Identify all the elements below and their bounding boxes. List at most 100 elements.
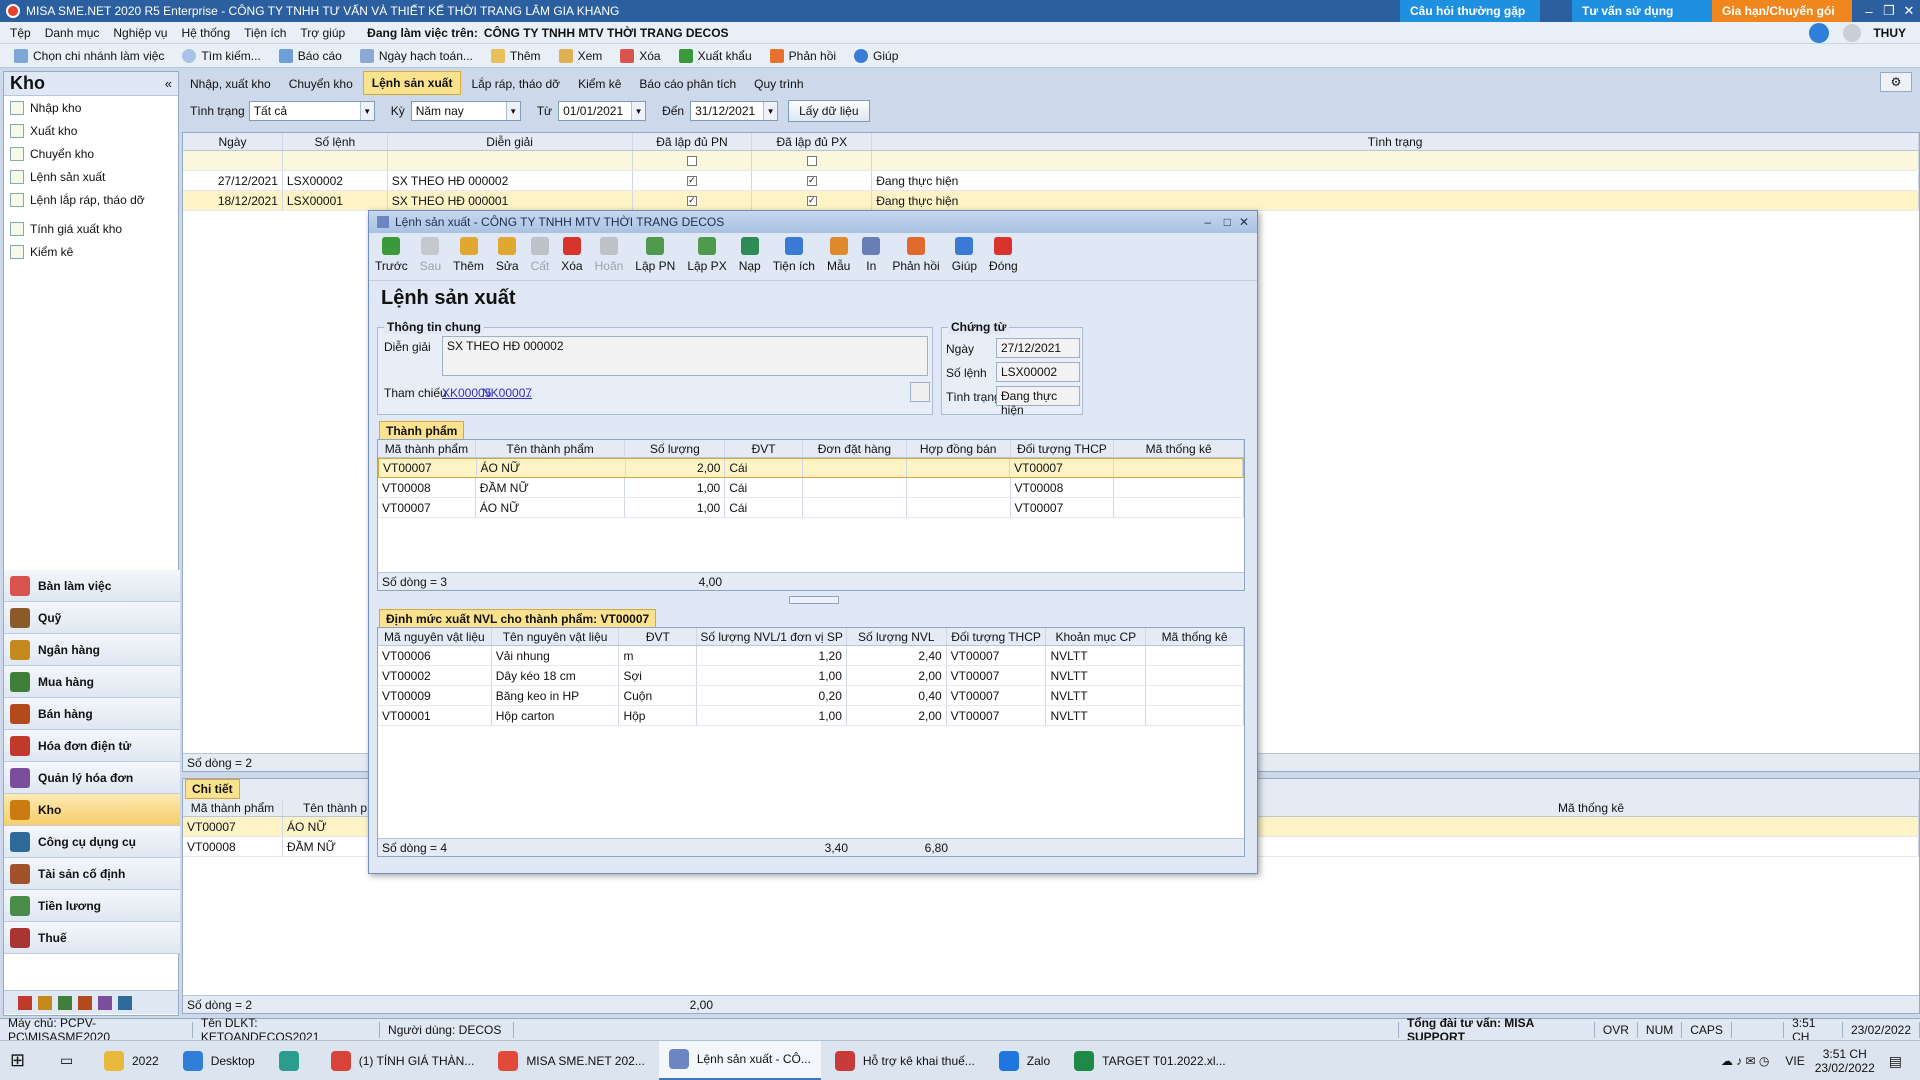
taskbar-app-4[interactable]: MISA SME.NET 202... [488,1041,655,1080]
clock[interactable]: 3:51 CH 23/02/2022 [1815,1047,1875,1075]
close-icon[interactable]: ✕ [1239,215,1249,229]
module-1[interactable]: Quỹ [4,602,180,634]
to-date-input[interactable]: 31/12/2021 ▼ [690,101,779,121]
menu-utility[interactable]: Tiện ích [244,26,286,40]
dialog-tool-7[interactable]: Lập PN [635,237,675,273]
filter-checkbox[interactable] [806,155,817,166]
detail-label[interactable]: Chi tiết [185,779,240,799]
tab-lap-rap[interactable]: Lắp ráp, tháo dỡ [463,73,568,95]
delete-button[interactable]: Xóa [620,48,661,63]
sidebar-item-lenh-lap-rap[interactable]: Lệnh lắp ráp, tháo dỡ [4,188,178,211]
table-row[interactable]: VT00008 ĐẦM NỮ 1,00 Cái VT00008 [378,478,1244,498]
col-desc[interactable]: Diễn giải [388,133,633,150]
sidebar-item-nhap-kho[interactable]: Nhập kho [4,96,178,119]
dialog-tool-9[interactable]: Nạp [739,237,761,273]
taskbar-app-1[interactable]: Desktop [173,1041,265,1080]
dialog-tool-14[interactable]: Giúp [952,237,977,273]
dialog-tool-13[interactable]: Phản hồi [892,237,940,273]
dialog-tool-12[interactable]: In [862,237,881,273]
settings-gear-icon[interactable]: ⚙ [1880,72,1912,92]
faq-button[interactable]: Câu hỏi thường gặp [1400,0,1540,22]
tab-nhap-xuat-kho[interactable]: Nhập, xuất kho [182,73,279,95]
menu-system[interactable]: Hệ thống [181,26,230,40]
search-button[interactable]: Tìm kiếm... [182,48,261,63]
col-px[interactable]: Đã lập đủ PX [752,133,873,150]
module-5[interactable]: Hóa đơn điện tử [4,730,180,762]
dialog-tool-3[interactable]: Sửa [496,237,519,273]
notification-icon[interactable]: ▤ [1889,1053,1902,1070]
close-icon[interactable]: ✕ [1898,0,1920,22]
windows-start-icon[interactable]: ⊞ [0,1041,46,1080]
ref-more-link[interactable]: ... [522,386,532,400]
filter-checkbox[interactable] [686,155,697,166]
fetch-data-button[interactable]: Lấy dữ liệu [788,100,870,122]
minimize-icon[interactable]: – [1858,0,1880,22]
from-date-input[interactable]: 01/01/2021 ▼ [558,101,647,121]
view-button[interactable]: Xem [558,48,602,63]
globe-icon[interactable] [1809,23,1830,43]
tab-kiem-ke[interactable]: Kiểm kê [570,73,629,95]
module-0[interactable]: Bàn làm việc [4,570,180,602]
tab-lenh-san-xuat[interactable]: Lệnh sản xuất [362,71,462,95]
module-11[interactable]: Thuế [4,922,180,954]
pn-checkbox[interactable]: ✓ [686,175,697,186]
px-checkbox[interactable]: ✓ [806,195,817,206]
tab-chuyen-kho[interactable]: Chuyển kho [281,73,361,95]
minimize-icon[interactable]: – [1204,215,1211,229]
posting-date-button[interactable]: Ngày hạch toán... [359,48,473,63]
menu-catalog[interactable]: Danh mục [45,26,100,40]
taskbar-app-6[interactable]: Hỗ trợ kê khai thuế... [825,1041,985,1080]
pn-checkbox[interactable]: ✓ [686,195,697,206]
table-row[interactable]: 27/12/2021 LSX00002 SX THEO HĐ 000002 ✓ … [183,171,1919,191]
sidebar-item-tinh-gia[interactable]: Tính giá xuất kho [4,217,178,240]
search-icon[interactable] [910,382,930,402]
px-checkbox[interactable]: ✓ [806,175,817,186]
collapse-icon[interactable]: « [165,76,172,91]
module-10[interactable]: Tiền lương [4,890,180,922]
help-button[interactable]: Giúp [854,48,898,63]
sidebar-item-xuat-kho[interactable]: Xuất kho [4,119,178,142]
module-4[interactable]: Bán hàng [4,698,180,730]
task-view-icon[interactable]: ▭ [50,1041,90,1080]
user-menu[interactable]: THUY [1809,23,1906,43]
voucher-no-input[interactable]: LSX00002 [996,362,1080,382]
guide-button[interactable]: Tư vấn sử dụng [1572,0,1712,22]
shortcut-icon[interactable] [58,995,72,1010]
tab-bao-cao[interactable]: Báo cáo phân tích [631,73,744,95]
menu-help[interactable]: Trợ giúp [300,26,345,40]
table-row[interactable]: 18/12/2021 LSX00001 SX THEO HĐ 000001 ✓ … [183,191,1919,211]
splitter-handle[interactable] [789,596,839,604]
period-combo[interactable]: Năm nay ▼ [410,101,521,121]
sidebar-item-chuyen-kho[interactable]: Chuyển kho [4,142,178,165]
status-filter-combo[interactable]: Tất cả ▼ [248,101,375,121]
voucher-date-input[interactable]: 27/12/2021 [996,338,1080,358]
report-button[interactable]: Báo cáo [278,48,342,63]
dialog-tool-0[interactable]: Trước [375,237,408,273]
tab-quy-trinh[interactable]: Quy trình [746,73,811,95]
taskbar-app-0[interactable]: 2022 [94,1041,169,1080]
menu-file[interactable]: Tệp [10,26,31,40]
tray-icons[interactable]: ☁ ♪ ✉ ◷ [1721,1054,1770,1068]
module-7[interactable]: Kho [4,794,180,826]
col-date[interactable]: Ngày [183,133,283,150]
dialog-tool-2[interactable]: Thêm [453,237,484,273]
table-row[interactable]: VT00006 Vải nhung m 1,20 2,40 VT00007 NVLTT [378,646,1244,666]
module-8[interactable]: Công cụ dụng cụ [4,826,180,858]
module-6[interactable]: Quản lý hóa đơn [4,762,180,794]
voucher-status-input[interactable]: Đang thực hiện [996,386,1080,417]
taskbar-app-5[interactable]: Lệnh sản xuất - CÔ... [658,1040,821,1080]
col-number[interactable]: Số lệnh [283,133,388,150]
shortcut-icon[interactable] [118,995,132,1010]
taskbar-app-8[interactable]: TARGET T01.2022.xl... [1064,1041,1235,1080]
shortcut-icon[interactable] [38,995,52,1010]
module-3[interactable]: Mua hàng [4,666,180,698]
desc-input[interactable]: SX THEO HĐ 000002 [442,336,928,376]
sidebar-item-kiem-ke[interactable]: Kiểm kê [4,240,178,263]
taskbar-app-7[interactable]: Zalo [989,1041,1060,1080]
materials-label[interactable]: Định mức xuất NVL cho thành phẩm: VT0000… [379,609,657,629]
table-row[interactable]: VT00001 Hộp carton Hộp 1,00 2,00 VT00007 NVLTT [378,706,1244,726]
col-status[interactable]: Tình trạng [872,133,1919,150]
restore-icon[interactable]: ❐ [1878,0,1900,22]
taskbar-app-2[interactable] [269,1041,317,1080]
products-label[interactable]: Thành phẩm [379,421,465,441]
